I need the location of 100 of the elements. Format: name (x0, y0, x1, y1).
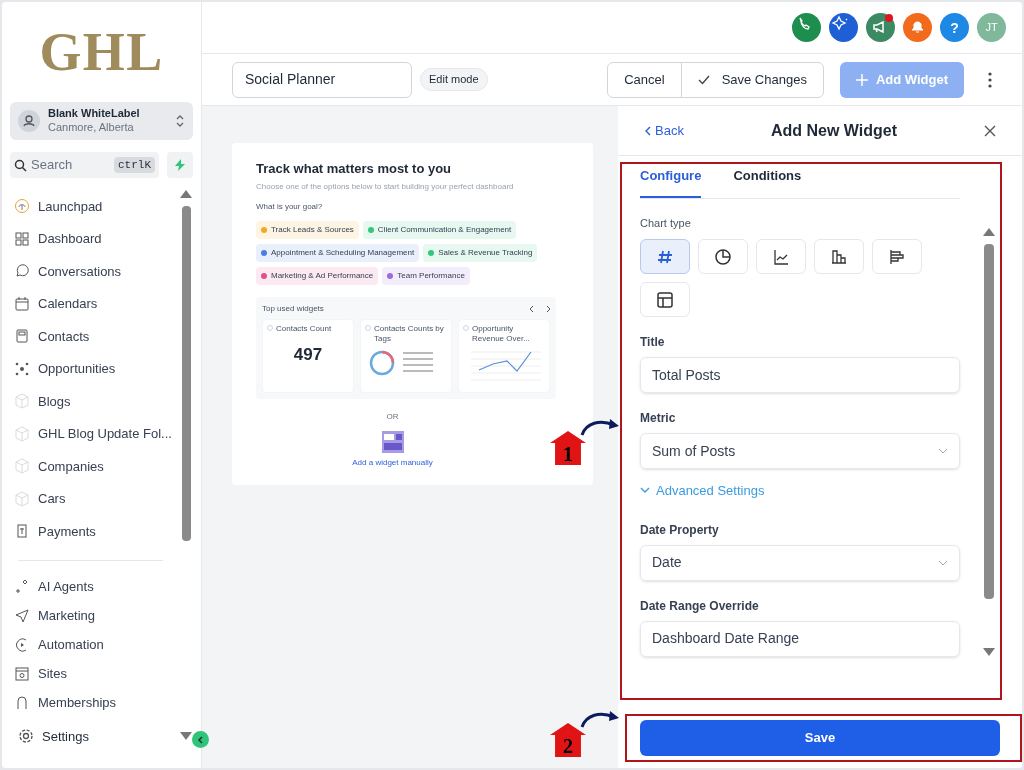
input-field[interactable]: Dashboard Date Range (640, 620, 960, 657)
sidebar-item[interactable]: Blogs (14, 385, 179, 418)
field-label: Metric (640, 410, 677, 427)
sidebar-item[interactable]: Memberships (14, 688, 179, 718)
chart-type-option[interactable] (872, 239, 922, 274)
table-icon (655, 289, 675, 310)
chevron-left-icon (196, 735, 205, 744)
cube-icon (14, 425, 30, 442)
sidebar-item[interactable]: Contacts (14, 320, 179, 353)
widget-drawing (381, 430, 404, 453)
sidebar-item[interactable]: Marketing (14, 601, 179, 631)
goal-option[interactable]: Sales & Revenue Tracking (423, 243, 538, 262)
tab[interactable]: Configure (640, 166, 702, 198)
lightning-icon (175, 159, 185, 171)
sidebar-item[interactable]: Launchpad (14, 190, 179, 223)
collapse-sidebar-button[interactable] (192, 731, 209, 748)
widget-card[interactable]: Opportunity Revenue Over... (458, 318, 550, 393)
chevron-up-down-icon (175, 113, 185, 129)
more-options-icon[interactable] (988, 71, 992, 88)
search-input[interactable]: Search (31, 155, 110, 175)
cube-icon (14, 458, 30, 475)
widget-value: 497 (293, 343, 323, 366)
sidebar-item[interactable]: Dashboard (14, 222, 179, 255)
sidebar-item[interactable]: Cars (14, 482, 179, 515)
sidebar-item[interactable]: GHL Blog Update Fol... (14, 417, 179, 450)
select-field[interactable]: Sum of Posts (640, 433, 960, 469)
back-link[interactable]: Back (644, 120, 684, 141)
plus-icon (855, 73, 868, 86)
goal-option[interactable]: Marketing & Ad Performance (256, 266, 379, 285)
sidebar-item[interactable]: Companies (14, 450, 179, 483)
goal-option[interactable]: Track Leads & Sources (256, 220, 359, 239)
close-icon[interactable] (984, 124, 996, 137)
chart-type-label: Chart type (640, 215, 692, 231)
preview-subtitle: Choose one of the options below to start building your perfect dashboard (256, 180, 515, 193)
check-icon (697, 74, 710, 85)
paper-plane-icon (14, 608, 30, 624)
field-label: Date Property (640, 521, 720, 539)
section-title: Top used widgets (262, 302, 324, 315)
scroll-up-arrow-icon[interactable] (180, 190, 192, 198)
network-icon (14, 360, 30, 377)
panel-title: Add New Widget (769, 120, 898, 141)
scroll-down-arrow-icon[interactable] (180, 732, 192, 740)
chart-type-option[interactable] (756, 239, 806, 274)
add-widget-manually-link[interactable]: Add a widget manually (352, 456, 433, 469)
arch-icon (14, 695, 30, 711)
sidebar-item[interactable]: AI Agents (14, 572, 179, 602)
chevron-down-icon (938, 559, 948, 566)
sidebar-item[interactable]: Calendars (14, 287, 179, 320)
contact-card-icon (14, 328, 30, 345)
megaphone-icon[interactable] (866, 13, 895, 42)
scroll-down-arrow-icon[interactable] (983, 648, 995, 656)
widget-title: Opportunity Revenue Over... (472, 323, 531, 344)
sparkle-icon[interactable] (829, 13, 858, 42)
sparkle-icon (14, 579, 30, 595)
cancel-button[interactable]: Cancel (608, 62, 682, 97)
scroll-up-arrow-icon[interactable] (983, 228, 995, 236)
save-button[interactable]: Save (640, 720, 1000, 756)
select-field[interactable]: Date (640, 544, 960, 581)
mode-badge: Edit mode (420, 68, 488, 91)
carousel-arrows-icon[interactable] (530, 305, 550, 312)
sidebar-item[interactable]: Conversations (14, 255, 179, 288)
account-location: Canmore, Alberta (48, 121, 135, 135)
goal-option[interactable]: Appointment & Scheduling Management (256, 243, 420, 262)
search-field[interactable]: Search ctrlK (10, 152, 159, 178)
chevron-left-icon (644, 125, 651, 136)
separator-text: OR (386, 410, 399, 423)
goal-option[interactable]: Team Performance (382, 266, 470, 285)
curved-arrow (580, 417, 620, 437)
sidebar-item[interactable]: Payments (14, 515, 179, 548)
chart-type-option[interactable] (640, 282, 690, 317)
dashboard-name-field[interactable]: Social Planner (232, 61, 412, 98)
browser-window-icon (14, 666, 30, 682)
bell-icon[interactable] (903, 13, 932, 42)
widget-title: Contacts Counts by Tags (374, 323, 445, 344)
pie-chart-icon (713, 246, 733, 267)
goal-option[interactable]: Client Communication & Engagement (362, 220, 517, 239)
chart-type-option[interactable] (698, 239, 748, 274)
cube-icon (14, 393, 30, 410)
sidebar-item[interactable]: Automation (14, 630, 179, 660)
tab[interactable]: Conditions (733, 166, 802, 198)
chevron-icon (640, 487, 650, 495)
widget-card[interactable]: Contacts Count 497 (262, 318, 354, 393)
widget-title: Contacts Count (276, 323, 332, 334)
save-changes-button[interactable]: Save Changes (681, 62, 823, 97)
grid-icon (14, 230, 30, 247)
calendar-icon (14, 295, 30, 312)
input-field[interactable]: Total Posts (640, 357, 960, 393)
account-switcher[interactable]: Blank WhiteLabel Canmore, Alberta (10, 102, 193, 140)
preview-title: Track what matters most to you (256, 160, 453, 178)
gear-icon (18, 728, 34, 745)
chart-type-option[interactable] (640, 239, 690, 274)
sidebar-item[interactable]: Sites (14, 659, 179, 689)
field-label: Date Range Override (640, 597, 760, 615)
phone-icon[interactable] (792, 13, 821, 42)
sidebar-item[interactable]: Opportunities (14, 352, 179, 385)
widget-card[interactable]: Contacts Counts by Tags (360, 318, 452, 393)
help-icon[interactable]: ? (940, 13, 969, 42)
chart-type-option[interactable] (814, 239, 864, 274)
shortcut-hint: ctrlK (114, 156, 155, 174)
user-icon (18, 110, 40, 132)
